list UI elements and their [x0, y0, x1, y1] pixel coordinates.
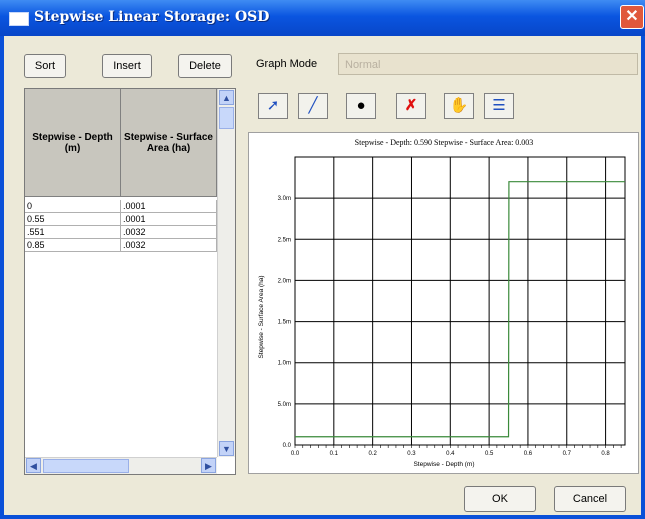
- x-tick-label: 0.8: [601, 451, 610, 457]
- chart-svg: Stepwise - Depth: 0.590 Stepwise - Surfa…: [258, 138, 626, 468]
- column-header-surface-area[interactable]: Stepwise - Surface Area (ha): [121, 89, 217, 197]
- horizontal-scrollbar[interactable]: ◀ ▶: [25, 457, 217, 474]
- x-tick-label: 0.5: [485, 451, 494, 457]
- select-arrow-icon[interactable]: ➚: [258, 93, 288, 119]
- cell-depth[interactable]: 0.85: [25, 239, 121, 252]
- x-tick-label: 0.4: [446, 451, 455, 457]
- y-axis-label: Stepwise - Surface Area (ha): [258, 275, 265, 358]
- add-point-icon[interactable]: ●: [346, 93, 376, 119]
- x-tick-label: 0.6: [524, 451, 533, 457]
- x-tick-label: 0.2: [368, 451, 377, 457]
- close-button[interactable]: ✕: [620, 5, 644, 29]
- y-tick-label: 1.0m: [278, 361, 291, 367]
- vertical-scrollbar[interactable]: ▲ ▼: [217, 89, 235, 457]
- data-table: Stepwise - Depth (m) Stepwise - Surface …: [24, 88, 236, 475]
- scroll-right-icon[interactable]: ▶: [201, 458, 216, 473]
- cell-depth[interactable]: 0.55: [25, 213, 121, 226]
- delete-point-icon[interactable]: ✗: [396, 93, 426, 119]
- chart-panel: Stepwise - Depth: 0.590 Stepwise - Surfa…: [248, 132, 639, 474]
- cell-surface-area[interactable]: .0032: [121, 226, 217, 239]
- horizontal-scroll-thumb[interactable]: [43, 459, 129, 473]
- cell-surface-area[interactable]: .0001: [121, 213, 217, 226]
- graph-mode-label: Graph Mode: [256, 58, 318, 70]
- x-axis-label: Stepwise - Depth (m): [413, 461, 474, 468]
- cell-surface-area[interactable]: .0001: [121, 200, 217, 213]
- chart-title: Stepwise - Depth: 0.590 Stepwise - Surfa…: [355, 138, 534, 147]
- y-tick-label: 2.5m: [278, 237, 291, 243]
- dialog-body: Sort Insert Delete Graph Mode Normal Ste…: [4, 36, 641, 515]
- scroll-left-icon[interactable]: ◀: [26, 458, 41, 473]
- cancel-button[interactable]: Cancel: [554, 486, 626, 512]
- window-title: Stepwise Linear Storage: OSD: [34, 9, 270, 25]
- x-tick-label: 0.3: [407, 451, 416, 457]
- draw-line-icon[interactable]: ╱: [298, 93, 328, 119]
- y-tick-label: 5.0m: [278, 402, 291, 408]
- plot-area: [294, 156, 626, 446]
- cell-surface-area[interactable]: .0032: [121, 239, 217, 252]
- scroll-up-icon[interactable]: ▲: [219, 90, 234, 105]
- window-icon: [9, 12, 29, 26]
- delete-button[interactable]: Delete: [178, 54, 232, 78]
- insert-button[interactable]: Insert: [102, 54, 152, 78]
- pan-hand-icon[interactable]: ✋: [444, 93, 474, 119]
- cell-depth[interactable]: 0: [25, 200, 121, 213]
- list-icon[interactable]: ☰: [484, 93, 514, 119]
- y-tick-label: 0.0: [283, 443, 292, 449]
- x-tick-label: 0.0: [291, 451, 300, 457]
- y-tick-label: 1.5m: [278, 320, 291, 326]
- x-tick-label: 0.1: [330, 451, 339, 457]
- graph-mode-field[interactable]: Normal: [338, 53, 638, 75]
- vertical-scroll-thumb[interactable]: [219, 107, 234, 129]
- ok-button[interactable]: OK: [464, 486, 536, 512]
- title-bar: Stepwise Linear Storage: OSD ✕: [0, 0, 645, 36]
- y-tick-label: 2.0m: [278, 278, 291, 284]
- scroll-down-icon[interactable]: ▼: [219, 441, 234, 456]
- y-tick-label: 3.0m: [278, 196, 291, 202]
- cell-depth[interactable]: .551: [25, 226, 121, 239]
- dialog-window: Stepwise Linear Storage: OSD ✕ Sort Inse…: [0, 0, 645, 519]
- sort-button[interactable]: Sort: [24, 54, 66, 78]
- column-header-depth[interactable]: Stepwise - Depth (m): [25, 89, 121, 197]
- x-tick-label: 0.7: [563, 451, 572, 457]
